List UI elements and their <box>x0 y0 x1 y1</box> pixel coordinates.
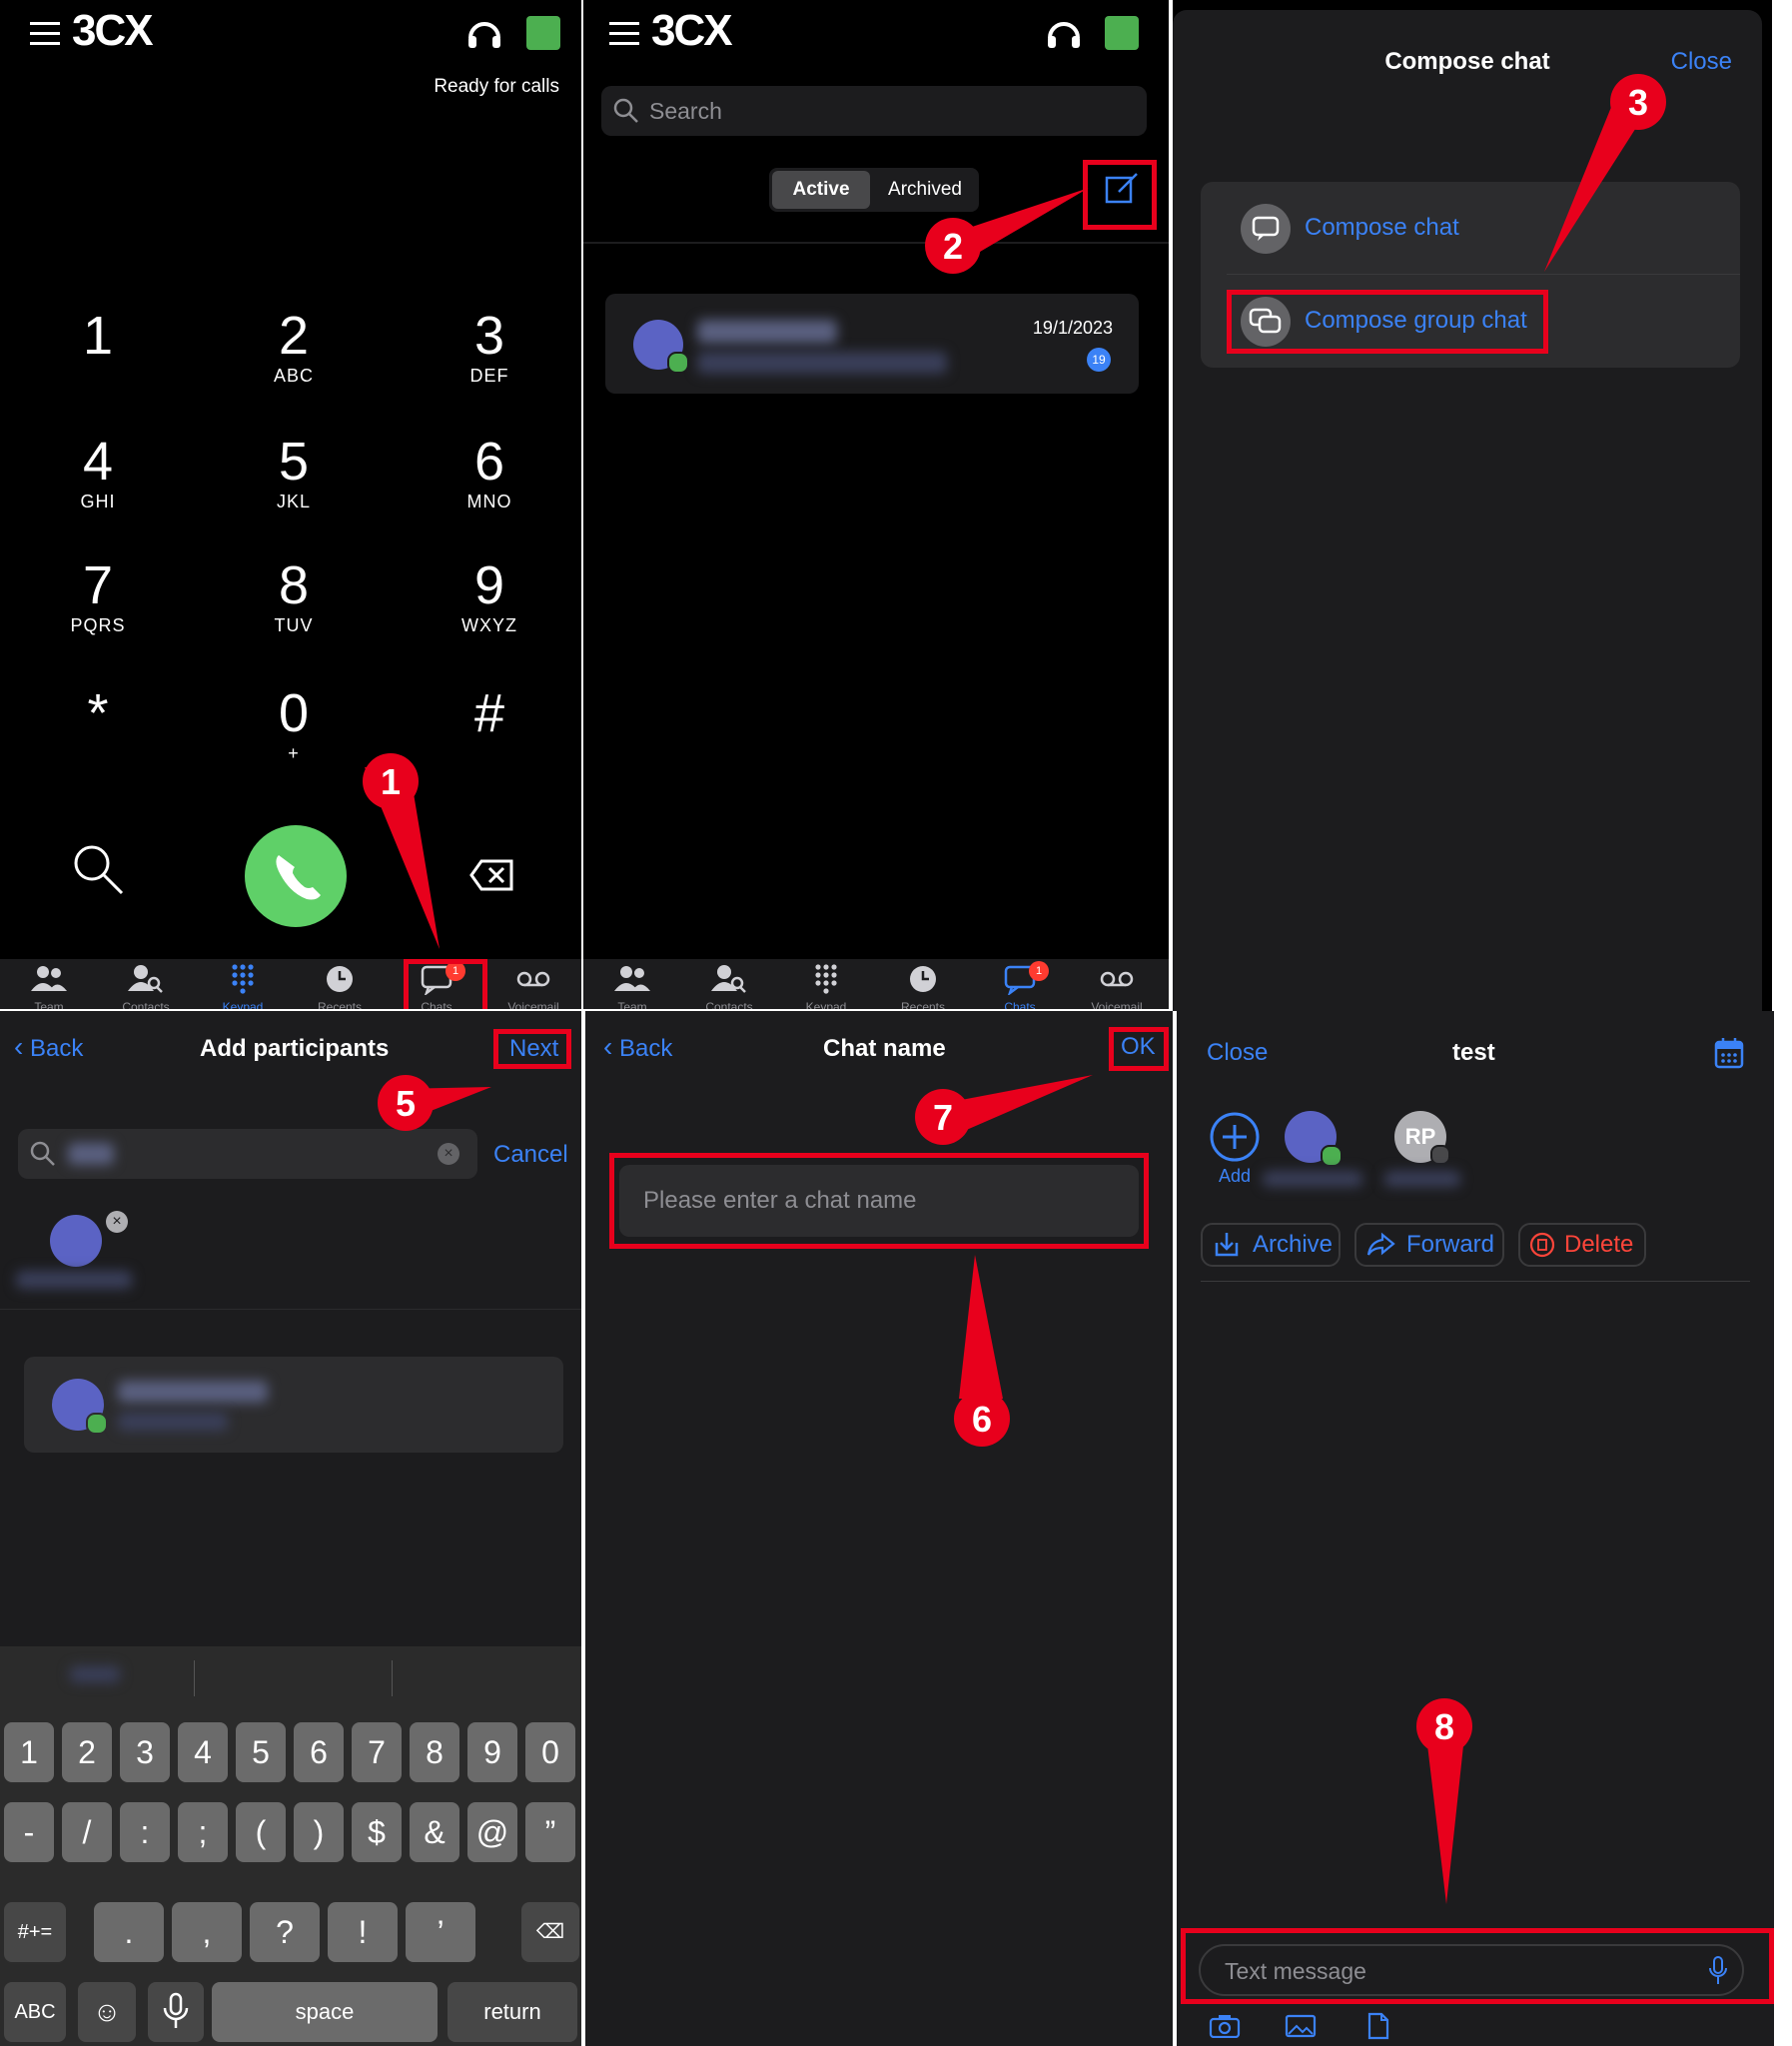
callout-5: 5 <box>378 1075 491 1131</box>
callout-3: 3 <box>1544 74 1666 272</box>
callout-6: 6 <box>954 1255 1010 1447</box>
svg-text:8: 8 <box>1434 1706 1454 1747</box>
callout-layer: 1 2 3 5 7 6 8 <box>363 74 1666 1904</box>
svg-text:3: 3 <box>1628 82 1648 123</box>
svg-text:2: 2 <box>943 226 963 267</box>
callout-2: 2 <box>925 188 1089 274</box>
svg-text:6: 6 <box>972 1399 992 1440</box>
callout-8: 8 <box>1416 1698 1472 1904</box>
svg-text:7: 7 <box>933 1097 953 1138</box>
svg-text:1: 1 <box>381 761 401 802</box>
callout-7: 7 <box>915 1075 1093 1145</box>
callout-1: 1 <box>363 753 440 949</box>
svg-text:5: 5 <box>396 1083 416 1124</box>
